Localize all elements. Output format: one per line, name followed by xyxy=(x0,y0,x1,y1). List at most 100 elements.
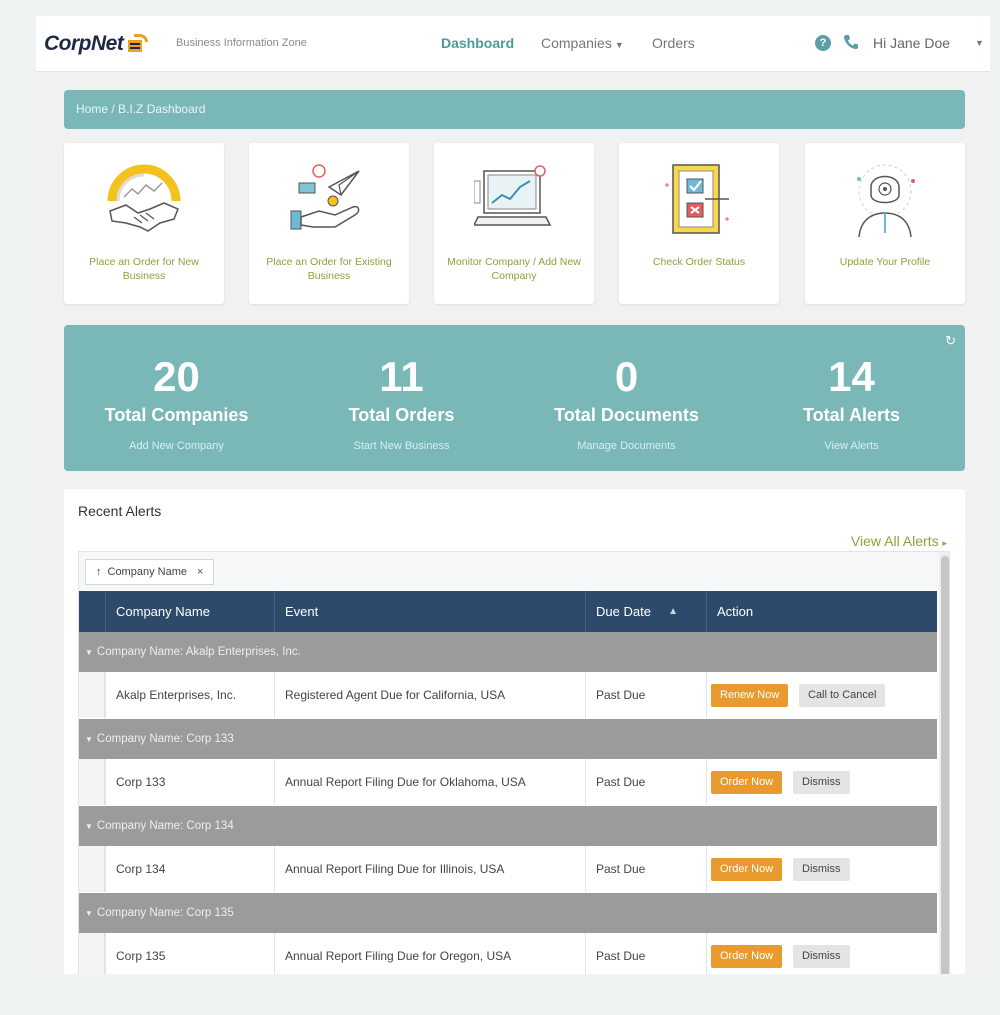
breadcrumb-current: B.I.Z Dashboard xyxy=(118,102,206,116)
app-subtitle: Business Information Zone xyxy=(176,37,307,49)
stat-label: Total Companies xyxy=(104,405,249,425)
group-row[interactable]: ▼ Company Name: Corp 133 xyxy=(79,719,937,759)
card-update-profile[interactable]: Update Your Profile xyxy=(805,143,965,304)
cell-action: Order Now Dismiss xyxy=(706,933,937,974)
collapse-caret-icon: ▼ xyxy=(85,822,93,831)
column-header-due-date[interactable]: Due Date ▲ xyxy=(585,591,706,632)
refresh-icon[interactable]: ↻ xyxy=(945,333,956,349)
column-header-company-name[interactable]: Company Name xyxy=(105,591,274,632)
card-check-order-status[interactable]: Check Order Status xyxy=(619,143,779,304)
card-label: Update Your Profile xyxy=(839,256,931,268)
order-now-button[interactable]: Order Now xyxy=(711,858,783,881)
group-by-bar: ↑ Company Name × xyxy=(79,552,949,590)
cell-due-date: Past Due xyxy=(585,672,706,718)
collapse-caret-icon: ▼ xyxy=(85,735,93,744)
call-to-cancel-button[interactable]: Call to Cancel xyxy=(799,684,886,707)
header-spacer xyxy=(79,591,105,632)
group-row-label: Company Name: Corp 133 xyxy=(96,733,234,745)
add-new-company-link[interactable]: Add New Company xyxy=(64,440,289,452)
cell-company: Corp 134 xyxy=(105,846,274,892)
sort-ascending-icon: ▲ xyxy=(668,606,678,617)
nav-dashboard[interactable]: Dashboard xyxy=(441,35,514,51)
user-greeting[interactable]: Hi Jane Doe xyxy=(873,35,950,51)
close-icon[interactable]: × xyxy=(197,566,203,578)
cell-event: Registered Agent Due for California, USA xyxy=(274,672,585,718)
cell-company: Corp 133 xyxy=(105,759,274,805)
stats-panel: ↻ 20 Total Companies Add New Company 11 … xyxy=(64,325,965,471)
group-row-label: Company Name: Corp 134 xyxy=(96,820,234,832)
card-new-business-order[interactable]: Place an Order for New Business xyxy=(64,143,224,304)
corpnet-logo[interactable]: CorpNet xyxy=(44,28,149,60)
cell-company: Akalp Enterprises, Inc. xyxy=(105,672,274,718)
cell-due-date: Past Due xyxy=(585,759,706,805)
cell-due-date: Past Due xyxy=(585,846,706,892)
recent-alerts-panel: Recent Alerts View All Alerts ▸ ↑ Company… xyxy=(64,489,965,974)
stat-label: Total Orders xyxy=(348,405,455,425)
card-label: Place an Order for New Business xyxy=(89,256,199,282)
profile-avatar-icon xyxy=(857,164,915,238)
breadcrumb: Home / B.I.Z Dashboard xyxy=(64,90,965,129)
dismiss-button[interactable]: Dismiss xyxy=(793,945,850,968)
group-chip-label: Company Name xyxy=(107,566,187,578)
table-row: Corp 134 Annual Report Filing Due for Il… xyxy=(79,846,937,892)
card-monitor-company[interactable]: Monitor Company / Add New Company xyxy=(434,143,594,304)
order-now-button[interactable]: Order Now xyxy=(711,945,783,968)
cell-event: Annual Report Filing Due for Oklahoma, U… xyxy=(274,759,585,805)
help-icon[interactable]: ? xyxy=(815,35,831,51)
manage-documents-link[interactable]: Manage Documents xyxy=(514,440,739,452)
view-all-alerts-link[interactable]: View All Alerts ▸ xyxy=(851,533,947,549)
alerts-grid: ↑ Company Name × Company Name Event Due Da… xyxy=(78,551,950,974)
nav-orders[interactable]: Orders xyxy=(652,35,695,51)
renew-now-button[interactable]: Renew Now xyxy=(711,684,789,707)
order-now-button[interactable]: Order Now xyxy=(711,771,783,794)
group-row-label: Company Name: Akalp Enterprises, Inc. xyxy=(96,646,301,658)
group-row[interactable]: ▼ Company Name: Corp 134 xyxy=(79,806,937,846)
stat-number: 0 xyxy=(614,353,639,400)
row-indent xyxy=(79,933,105,974)
card-label: Monitor Company / Add New Company xyxy=(447,256,581,282)
stat-number: 20 xyxy=(153,353,200,400)
cell-company: Corp 135 xyxy=(105,933,274,974)
column-header-event[interactable]: Event xyxy=(274,591,585,632)
group-row[interactable]: ▼ Company Name: Akalp Enterprises, Inc. xyxy=(79,632,937,672)
table-row: Corp 133 Annual Report Filing Due for Ok… xyxy=(79,759,937,805)
row-indent xyxy=(79,846,105,892)
dismiss-button[interactable]: Dismiss xyxy=(793,858,850,881)
stat-number: 11 xyxy=(379,353,424,400)
view-alerts-link[interactable]: View Alerts xyxy=(739,440,964,452)
dismiss-button[interactable]: Dismiss xyxy=(793,771,850,794)
app-frame: CorpNet Business Information Zone Dashbo… xyxy=(36,16,990,974)
checklist-icon xyxy=(665,164,729,234)
table-row: Akalp Enterprises, Inc. Registered Agent… xyxy=(79,672,937,718)
breadcrumb-separator: / xyxy=(111,102,115,116)
card-label: Check Order Status xyxy=(652,256,746,268)
cell-action: Renew Now Call to Cancel xyxy=(706,672,937,718)
breadcrumb-home[interactable]: Home xyxy=(76,102,108,116)
nav-companies[interactable]: Companies ▼ xyxy=(541,35,624,51)
column-header-action[interactable]: Action xyxy=(706,591,937,632)
chevron-right-icon: ▸ xyxy=(942,538,947,548)
user-menu-chevron-icon[interactable]: ▼ xyxy=(975,38,984,48)
cell-action: Order Now Dismiss xyxy=(706,759,937,805)
column-header-label: Due Date xyxy=(596,604,651,619)
collapse-caret-icon: ▼ xyxy=(85,648,93,657)
row-indent xyxy=(79,759,105,805)
chevron-down-icon: ▼ xyxy=(614,40,624,50)
recent-alerts-title: Recent Alerts xyxy=(78,503,162,519)
view-all-alerts-label: View All Alerts xyxy=(850,533,939,549)
nav-companies-label: Companies xyxy=(541,35,612,51)
logo-mark-icon xyxy=(126,34,149,54)
paper-plane-hand-icon xyxy=(290,164,360,230)
stat-label: Total Documents xyxy=(554,405,699,425)
card-existing-business-order[interactable]: Place an Order for Existing Business xyxy=(249,143,409,304)
sort-up-arrow-icon: ↑ xyxy=(96,566,102,578)
scroll-thumb[interactable] xyxy=(941,556,949,974)
top-navbar: CorpNet Business Information Zone Dashbo… xyxy=(36,16,990,72)
group-chip-company-name[interactable]: ↑ Company Name × xyxy=(85,559,215,585)
cell-event: Annual Report Filing Due for Oregon, USA xyxy=(274,933,585,974)
phone-icon[interactable] xyxy=(842,33,860,51)
cell-due-date: Past Due xyxy=(585,933,706,974)
group-row[interactable]: ▼ Company Name: Corp 135 xyxy=(79,893,937,933)
vertical-scrollbar[interactable] xyxy=(939,552,949,974)
start-new-business-link[interactable]: Start New Business xyxy=(289,440,514,452)
